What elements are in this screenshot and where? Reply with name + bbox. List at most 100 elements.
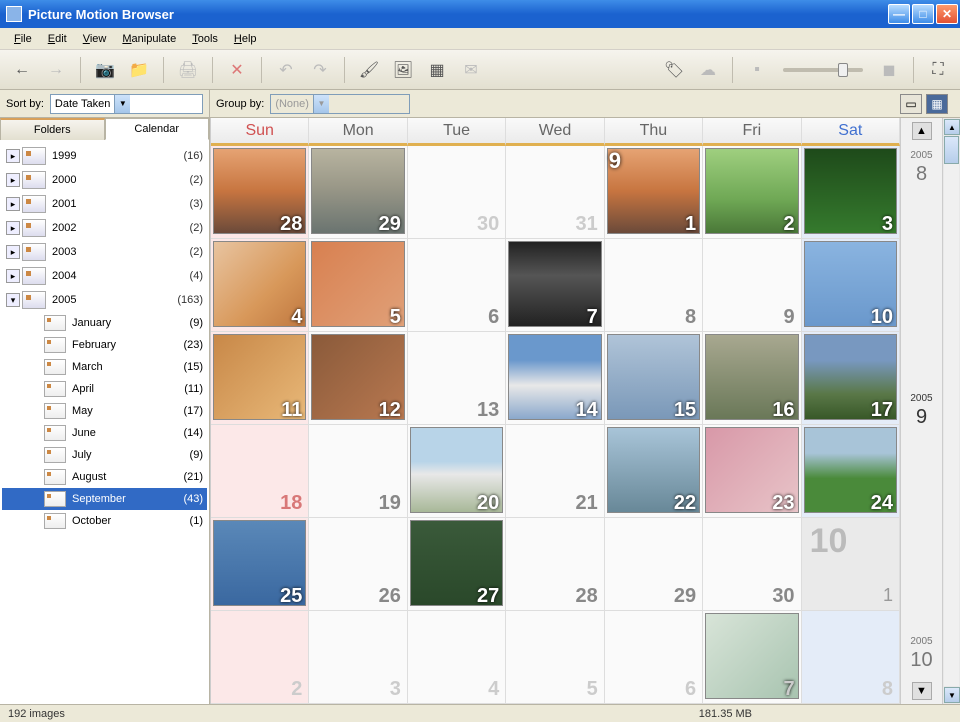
fullscreen-button[interactable]: ⛶ (924, 56, 952, 84)
calendar-cell[interactable]: 11 (211, 332, 309, 425)
calendar-cell[interactable]: 29 (309, 146, 407, 239)
back-button[interactable]: ← (8, 56, 36, 84)
slideshow-button[interactable]: ▦ (423, 56, 451, 84)
vertical-scrollbar[interactable]: ▲ ▼ (942, 118, 960, 704)
zoom-out-icon[interactable]: ▪ (743, 56, 771, 84)
calendar-cell[interactable]: 7 (703, 611, 801, 704)
menu-help[interactable]: Help (226, 31, 265, 47)
calendar-cell[interactable]: 2 (703, 146, 801, 239)
calendar-cell[interactable]: 6 (408, 239, 506, 332)
expand-icon[interactable]: ▸ (6, 269, 20, 283)
expand-icon[interactable]: ▾ (6, 293, 20, 307)
menu-edit[interactable]: Edit (40, 31, 75, 47)
year-row[interactable]: ▾2005(163) (2, 288, 207, 312)
close-button[interactable]: ✕ (936, 4, 958, 24)
month-strip-next[interactable]: 2005 10 (910, 628, 932, 680)
sync-button[interactable]: ☁ (694, 56, 722, 84)
group-combo[interactable]: (None) ▼ (270, 94, 410, 114)
tree[interactable]: ▸1999(16)▸2000(2)▸2001(3)▸2002(2)▸2003(2… (0, 140, 209, 704)
year-row[interactable]: ▸2004(4) (2, 264, 207, 288)
calendar-cell[interactable]: 23 (703, 425, 801, 518)
email-button[interactable]: ✉ (457, 56, 485, 84)
calendar-cell[interactable]: 4 (408, 611, 506, 704)
calendar-cell[interactable]: 19 (309, 425, 407, 518)
calendar-cell[interactable]: 24 (802, 425, 900, 518)
calendar-cell[interactable]: 3 (802, 146, 900, 239)
expand-icon[interactable]: ▸ (6, 149, 20, 163)
edit-button[interactable]: 🖌 (355, 56, 383, 84)
month-row[interactable]: June(14) (2, 422, 207, 444)
year-row[interactable]: ▸2000(2) (2, 168, 207, 192)
month-row[interactable]: July(9) (2, 444, 207, 466)
calendar-cell[interactable]: 15 (605, 332, 703, 425)
month-row[interactable]: February(23) (2, 334, 207, 356)
tab-calendar[interactable]: Calendar (105, 118, 210, 140)
minimize-button[interactable]: — (888, 4, 910, 24)
calendar-cell[interactable]: 16 (703, 332, 801, 425)
calendar-cell[interactable]: 20 (408, 425, 506, 518)
print-button[interactable]: 🖨 (174, 56, 202, 84)
calendar-cell[interactable]: 2 (211, 611, 309, 704)
forward-button[interactable]: → (42, 56, 70, 84)
month-strip-current[interactable]: 2005 9 (910, 385, 932, 437)
calendar-cell[interactable]: 6 (605, 611, 703, 704)
month-row[interactable]: April(11) (2, 378, 207, 400)
month-row[interactable]: May(17) (2, 400, 207, 422)
scroll-thumb[interactable] (944, 136, 959, 164)
scroll-track[interactable] (944, 136, 959, 686)
calendar-cell[interactable]: 5 (506, 611, 604, 704)
calendar-cell[interactable]: 30 (408, 146, 506, 239)
calendar-cell[interactable]: 4 (211, 239, 309, 332)
month-row[interactable]: September(43) (2, 488, 207, 510)
month-prev-button[interactable]: ▲ (912, 122, 932, 140)
calendar-cell[interactable]: 10 (802, 239, 900, 332)
rotate-left-button[interactable]: ↶ (272, 56, 300, 84)
month-row[interactable]: October(1) (2, 510, 207, 532)
scroll-up-button[interactable]: ▲ (944, 119, 960, 135)
expand-icon[interactable]: ▸ (6, 197, 20, 211)
calendar-cell[interactable]: 30 (703, 518, 801, 611)
calendar-cell[interactable]: 18 (211, 425, 309, 518)
calendar-cell[interactable]: 25 (211, 518, 309, 611)
month-row[interactable]: January(9) (2, 312, 207, 334)
menu-manipulate[interactable]: Manipulate (114, 31, 184, 47)
calendar-cell[interactable]: 22 (605, 425, 703, 518)
year-row[interactable]: ▸1999(16) (2, 144, 207, 168)
month-row[interactable]: March(15) (2, 356, 207, 378)
view-calendar-button[interactable]: ▦ (926, 94, 948, 114)
tab-folders[interactable]: Folders (0, 118, 105, 140)
year-row[interactable]: ▸2003(2) (2, 240, 207, 264)
expand-icon[interactable]: ▸ (6, 245, 20, 259)
calendar-cell[interactable]: 28 (506, 518, 604, 611)
calendar-cell[interactable]: 3 (309, 611, 407, 704)
month-next-button[interactable]: ▼ (912, 682, 932, 700)
calendar-cell[interactable]: 13 (408, 332, 506, 425)
delete-button[interactable]: ✕ (223, 56, 251, 84)
month-strip-prev[interactable]: 2005 8 (910, 142, 932, 194)
adjust-button[interactable]: 🖼 (389, 56, 417, 84)
tag-button[interactable]: 🏷 (660, 56, 688, 84)
calendar-cell[interactable]: 14 (506, 332, 604, 425)
zoom-slider[interactable] (783, 68, 863, 72)
calendar-cell[interactable]: 91 (605, 146, 703, 239)
calendar-cell[interactable]: 31 (506, 146, 604, 239)
menu-file[interactable]: File (6, 31, 40, 47)
calendar-cell[interactable]: 8 (605, 239, 703, 332)
calendar-cell[interactable]: 101 (802, 518, 900, 611)
calendar-cell[interactable]: 21 (506, 425, 604, 518)
zoom-thumb[interactable] (838, 63, 848, 77)
calendar-cell[interactable]: 17 (802, 332, 900, 425)
calendar-cell[interactable]: 26 (309, 518, 407, 611)
expand-icon[interactable]: ▸ (6, 221, 20, 235)
year-row[interactable]: ▸2002(2) (2, 216, 207, 240)
expand-icon[interactable]: ▸ (6, 173, 20, 187)
calendar-cell[interactable]: 9 (703, 239, 801, 332)
calendar-cell[interactable]: 7 (506, 239, 604, 332)
calendar-cell[interactable]: 27 (408, 518, 506, 611)
sort-combo[interactable]: Date Taken ▼ (50, 94, 203, 114)
zoom-in-icon[interactable]: ◼ (875, 56, 903, 84)
menu-view[interactable]: View (75, 31, 115, 47)
import-camera-button[interactable]: 📷 (91, 56, 119, 84)
maximize-button[interactable]: □ (912, 4, 934, 24)
import-folder-button[interactable]: 📁 (125, 56, 153, 84)
